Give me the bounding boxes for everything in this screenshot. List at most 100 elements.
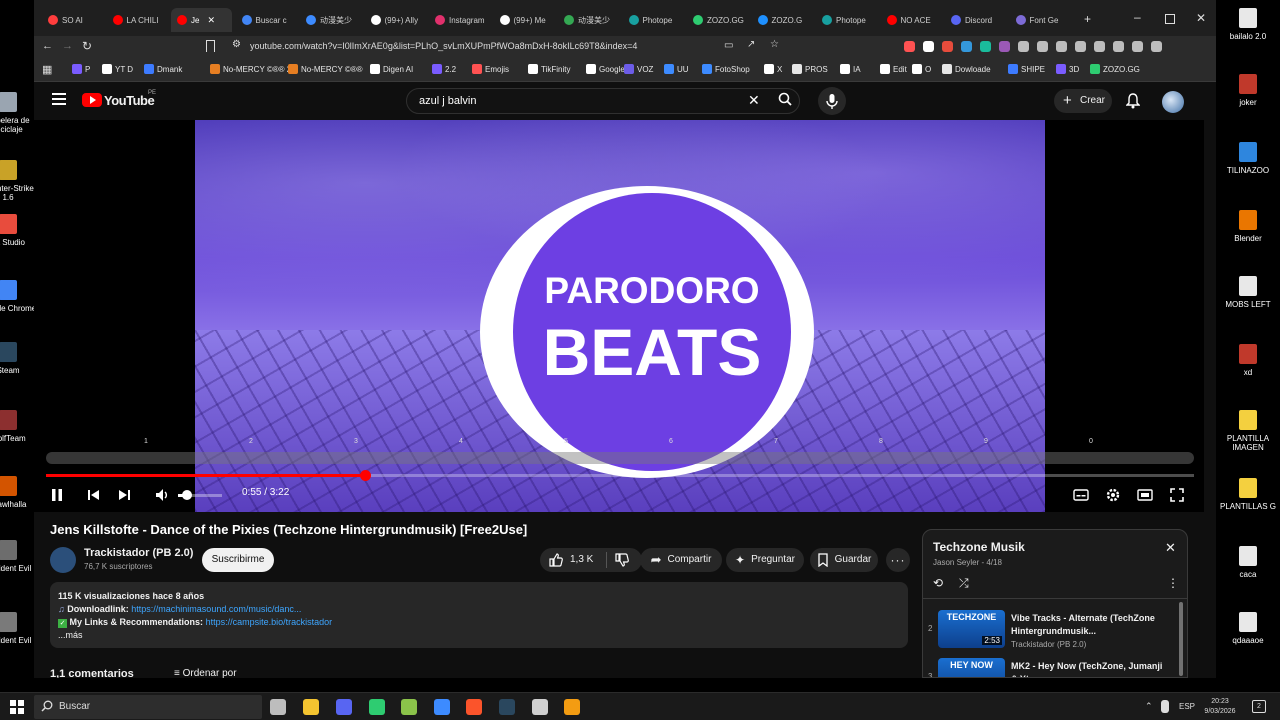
- theater-mode-button[interactable]: [1136, 486, 1154, 504]
- browser-tab[interactable]: 动漫美少: [558, 8, 619, 32]
- bookmark-item[interactable]: FotoShop: [702, 64, 750, 74]
- language-indicator[interactable]: ESP: [1179, 702, 1195, 711]
- taskbar-steam-app-icon[interactable]: [499, 699, 515, 715]
- notification-center-icon[interactable]: 2: [1252, 700, 1266, 713]
- desktop-icon[interactable]: PLANTILLA IMAGEN: [1218, 410, 1278, 452]
- taskbar-brave-app-icon[interactable]: [466, 699, 482, 715]
- extension-icon[interactable]: [1018, 41, 1029, 52]
- browser-tab[interactable]: Buscar c: [236, 8, 297, 32]
- extension-icon[interactable]: [1151, 41, 1162, 52]
- voice-search-button[interactable]: [818, 87, 846, 115]
- description-box[interactable]: 115 K visualizaciones hace 8 años ♫ Down…: [50, 582, 908, 648]
- channel-avatar[interactable]: [50, 547, 76, 573]
- more-actions-button[interactable]: ···: [886, 548, 910, 572]
- previous-button[interactable]: [84, 486, 102, 504]
- extension-icon[interactable]: [961, 41, 972, 52]
- microphone-tray-icon[interactable]: [1161, 700, 1169, 713]
- apps-grid-icon[interactable]: ▦: [42, 63, 52, 76]
- volume-slider[interactable]: [178, 490, 222, 500]
- browser-tab[interactable]: Font Ge: [1010, 8, 1071, 32]
- bookmark-item[interactable]: Edit: [880, 64, 907, 74]
- desktop-icon[interactable]: qdaaaoe: [1218, 612, 1278, 645]
- browser-tab[interactable]: NO ACE: [881, 8, 942, 32]
- desktop-icon[interactable]: Resident Evil: [0, 540, 38, 573]
- desktop-icon[interactable]: FL Studio: [0, 214, 38, 247]
- pause-button[interactable]: [48, 486, 66, 504]
- bookmark-item[interactable]: SHIPE: [1008, 64, 1045, 74]
- like-button[interactable]: 1,3 K: [548, 552, 608, 568]
- taskbar-obs-app-icon[interactable]: [532, 699, 548, 715]
- extension-icon[interactable]: [1094, 41, 1105, 52]
- bookmark-item[interactable]: VOZ: [624, 64, 653, 74]
- windows-start-icon[interactable]: [10, 700, 24, 714]
- save-button[interactable]: Guardar: [810, 548, 878, 572]
- notifications-icon[interactable]: [1126, 93, 1140, 109]
- browser-tab[interactable]: 动漫美少: [300, 8, 361, 32]
- desktop-icon[interactable]: Google Chrome: [0, 280, 38, 313]
- download-link[interactable]: https://machinimasound.com/music/danc...: [131, 604, 301, 614]
- youtube-logo-icon[interactable]: [82, 93, 102, 107]
- desktop-icon[interactable]: Papelera de reciclaje: [0, 92, 38, 134]
- extension-icon[interactable]: [1113, 41, 1124, 52]
- desktop-icon[interactable]: joker: [1218, 74, 1278, 107]
- extension-icon[interactable]: [980, 41, 991, 52]
- taskbar-app-blue-icon[interactable]: [434, 699, 450, 715]
- video-player[interactable]: PARODORO BEATS 1234567890 0:55 / 3:22: [34, 120, 1204, 512]
- bookmark-item[interactable]: No-MERCY ©®®: [288, 64, 363, 74]
- user-avatar[interactable]: [1162, 91, 1184, 113]
- browser-tab[interactable]: (99+) Me: [494, 8, 555, 32]
- browser-tab[interactable]: LA CHILI: [107, 8, 168, 32]
- back-icon[interactable]: ←: [42, 40, 53, 52]
- extension-icon[interactable]: [1056, 41, 1067, 52]
- close-window-button[interactable]: ✕: [1196, 11, 1206, 25]
- fullscreen-button[interactable]: [1168, 486, 1186, 504]
- playlist-item-thumbnail[interactable]: TECHZONE 2:53: [938, 610, 1005, 648]
- browser-tab[interactable]: ZOZO.G: [752, 8, 813, 32]
- search-box[interactable]: azul j balvin: [406, 88, 800, 114]
- bookmark-item[interactable]: Dowloade: [942, 64, 991, 74]
- playlist-title[interactable]: Techzone Musik: [933, 540, 1025, 554]
- desktop-icon[interactable]: MOBS LEFT: [1218, 276, 1278, 309]
- next-button[interactable]: [116, 486, 134, 504]
- bookmark-item[interactable]: ZOZO.GG: [1090, 64, 1140, 74]
- create-button[interactable]: + Crear: [1054, 89, 1112, 113]
- taskbar-app-green-icon[interactable]: [369, 699, 385, 715]
- progress-bar[interactable]: [46, 470, 1194, 481]
- desktop-icon[interactable]: WolfTeam: [0, 410, 38, 443]
- shuffle-icon[interactable]: ⤮: [959, 576, 969, 591]
- chapter-track[interactable]: [46, 452, 1194, 464]
- bookmark-item[interactable]: Digen AI: [370, 64, 413, 74]
- playlist-item[interactable]: 2 TECHZONE 2:53 Vibe Tracks - Alternate (Te…: [923, 608, 1173, 652]
- clock[interactable]: 20:23 9/03/2026: [1200, 697, 1240, 717]
- playlist-scrollbar[interactable]: [1179, 602, 1183, 676]
- extension-icon[interactable]: [1132, 41, 1143, 52]
- browser-tab[interactable]: Photope: [623, 8, 684, 32]
- playlist-item-title[interactable]: MK2 - Hey Now (TechZone, Jumanji & Yter.…: [1011, 660, 1171, 677]
- taskbar-notepad-app-icon[interactable]: [401, 699, 417, 715]
- search-input[interactable]: azul j balvin: [419, 95, 476, 107]
- menu-icon[interactable]: [52, 93, 66, 95]
- taskbar-file-explorer-icon[interactable]: [303, 699, 319, 715]
- bookmark-item[interactable]: No-MERCY ©®® 2: [210, 64, 291, 74]
- browser-tab[interactable]: ZOZO.GG: [687, 8, 748, 32]
- extension-icon[interactable]: [942, 41, 953, 52]
- close-tab-icon[interactable]: ✕: [207, 15, 215, 26]
- site-info-icon[interactable]: ⚙: [232, 39, 241, 50]
- taskbar-fl-app-icon[interactable]: [564, 699, 580, 715]
- desktop-icon[interactable]: Steam: [0, 342, 38, 375]
- ask-button[interactable]: ✦ Preguntar: [726, 548, 804, 572]
- playlist-more-icon[interactable]: ⋮: [1167, 576, 1179, 590]
- channel-name[interactable]: Trackistador (PB 2.0): [84, 547, 193, 559]
- tray-chevron-icon[interactable]: ⌃: [1145, 701, 1153, 712]
- share-button[interactable]: ➦ Compartir: [640, 548, 722, 572]
- reload-icon[interactable]: ↻: [82, 39, 92, 53]
- browser-tab[interactable]: SO AI: [42, 8, 103, 32]
- forward-icon[interactable]: →: [62, 40, 73, 52]
- taskbar-discord-app-icon[interactable]: [336, 699, 352, 715]
- taskbar-search[interactable]: Buscar: [34, 695, 262, 719]
- settings-button[interactable]: [1104, 486, 1122, 504]
- bookmark-item[interactable]: Google: [586, 64, 625, 74]
- extension-icon[interactable]: [1075, 41, 1086, 52]
- bookmark-item[interactable]: PROS: [792, 64, 828, 74]
- maximize-button[interactable]: [1165, 14, 1175, 24]
